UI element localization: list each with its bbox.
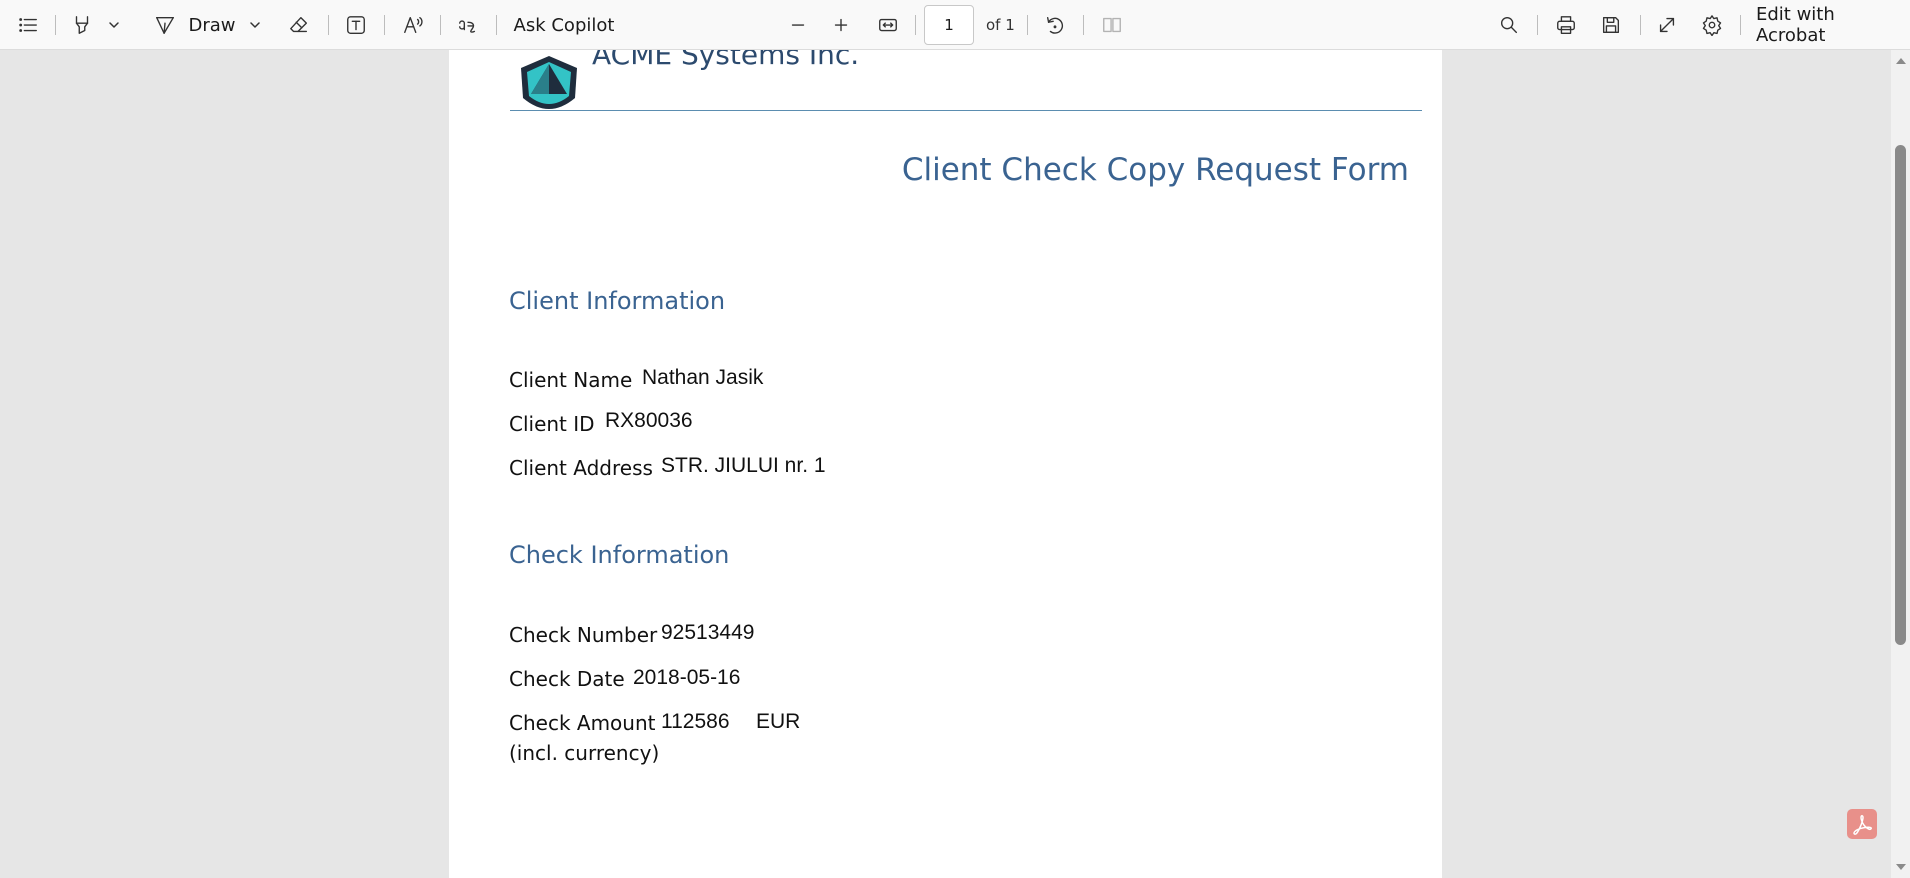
client-address-label: Client Address: [509, 456, 653, 480]
edit-with-acrobat-label: Edit with Acrobat: [1756, 4, 1835, 46]
client-information-heading: Client Information: [509, 287, 726, 315]
client-name-label: Client Name: [509, 368, 633, 392]
highlight-icon[interactable]: [68, 0, 96, 50]
vertical-scrollbar[interactable]: [1891, 50, 1910, 878]
company-logo: [521, 56, 577, 109]
toolbar-separator: [1027, 15, 1028, 35]
edit-with-acrobat-button[interactable]: Edit with Acrobat: [1756, 0, 1896, 50]
scrollbar-thumb[interactable]: [1895, 145, 1906, 645]
save-icon[interactable]: [1597, 0, 1625, 50]
toolbar-separator: [328, 15, 329, 35]
zoom-in-icon[interactable]: [827, 0, 855, 50]
draw-button[interactable]: Draw: [188, 0, 236, 50]
header-rule: [510, 110, 1422, 111]
print-icon[interactable]: [1552, 0, 1580, 50]
highlight-options-chevron-down-icon[interactable]: [106, 0, 122, 50]
scroll-up-arrow-icon[interactable]: [1896, 58, 1906, 64]
company-name: ACME Systems Inc.: [592, 50, 860, 71]
check-date-label: Check Date: [509, 667, 625, 691]
draw-icon[interactable]: [151, 0, 179, 50]
check-amount-value[interactable]: 112586: [661, 710, 730, 734]
check-number-value[interactable]: 92513449: [661, 621, 754, 645]
draw-options-chevron-down-icon[interactable]: [247, 0, 263, 50]
eraser-icon[interactable]: [285, 0, 313, 50]
toolbar-separator: [1083, 15, 1084, 35]
fit-width-icon[interactable]: [874, 0, 902, 50]
toolbar-separator: [496, 15, 497, 35]
page-number-input[interactable]: [924, 5, 974, 45]
toolbar-separator: [384, 15, 385, 35]
check-information-heading: Check Information: [509, 541, 730, 569]
rotate-icon[interactable]: [1041, 0, 1069, 50]
toolbar-separator: [440, 15, 441, 35]
form-title: Client Check Copy Request Form: [901, 152, 1409, 188]
read-aloud-icon[interactable]: [399, 0, 427, 50]
check-number-label: Check Number: [509, 623, 658, 647]
client-id-value[interactable]: RX80036: [605, 409, 693, 433]
page-total-label: of 1: [986, 16, 1015, 34]
toolbar-separator: [1537, 15, 1538, 35]
text-box-icon[interactable]: [342, 0, 370, 50]
acrobat-icon[interactable]: [1847, 809, 1877, 839]
draw-label: Draw: [188, 14, 236, 36]
contents-icon[interactable]: [14, 0, 42, 50]
translate-icon[interactable]: [454, 0, 482, 50]
client-id-label: Client ID: [509, 412, 595, 436]
settings-icon[interactable]: [1698, 0, 1726, 50]
check-amount-label: Check Amount: [509, 711, 656, 735]
ask-copilot-label: Ask Copilot: [513, 14, 615, 36]
client-address-value[interactable]: STR. JIULUI nr. 1: [661, 454, 826, 478]
toolbar-separator: [915, 15, 916, 35]
toolbar-separator: [55, 15, 56, 35]
ask-copilot-button[interactable]: Ask Copilot: [510, 0, 618, 50]
toolbar-separator: [1640, 15, 1641, 35]
check-amount-sublabel: (incl. currency): [509, 741, 660, 765]
pdf-page: ACME Systems Inc. Client Check Copy Requ…: [449, 50, 1442, 878]
toolbar-separator: [1740, 15, 1741, 35]
two-page-icon[interactable]: [1098, 0, 1126, 50]
check-currency-value[interactable]: EUR: [756, 710, 800, 734]
search-icon[interactable]: [1495, 0, 1523, 50]
check-date-value[interactable]: 2018-05-16: [633, 666, 740, 690]
scroll-down-arrow-icon[interactable]: [1896, 864, 1906, 870]
expand-icon[interactable]: [1653, 0, 1681, 50]
pdf-toolbar: Draw Ask Copilot of 1: [0, 0, 1910, 50]
zoom-out-icon[interactable]: [784, 0, 812, 50]
client-name-value[interactable]: Nathan Jasik: [642, 366, 763, 390]
